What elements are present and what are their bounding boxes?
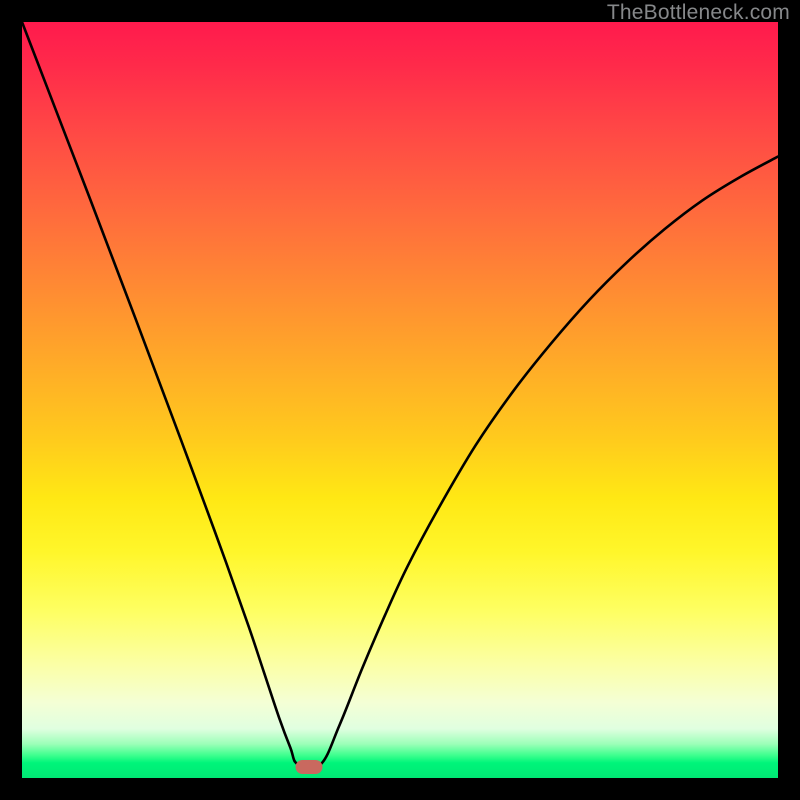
plot-area [22, 22, 778, 778]
chart-frame: TheBottleneck.com [0, 0, 800, 800]
bottleneck-curve [22, 22, 778, 778]
watermark-text: TheBottleneck.com [607, 1, 790, 25]
optimal-point-marker [295, 760, 322, 774]
